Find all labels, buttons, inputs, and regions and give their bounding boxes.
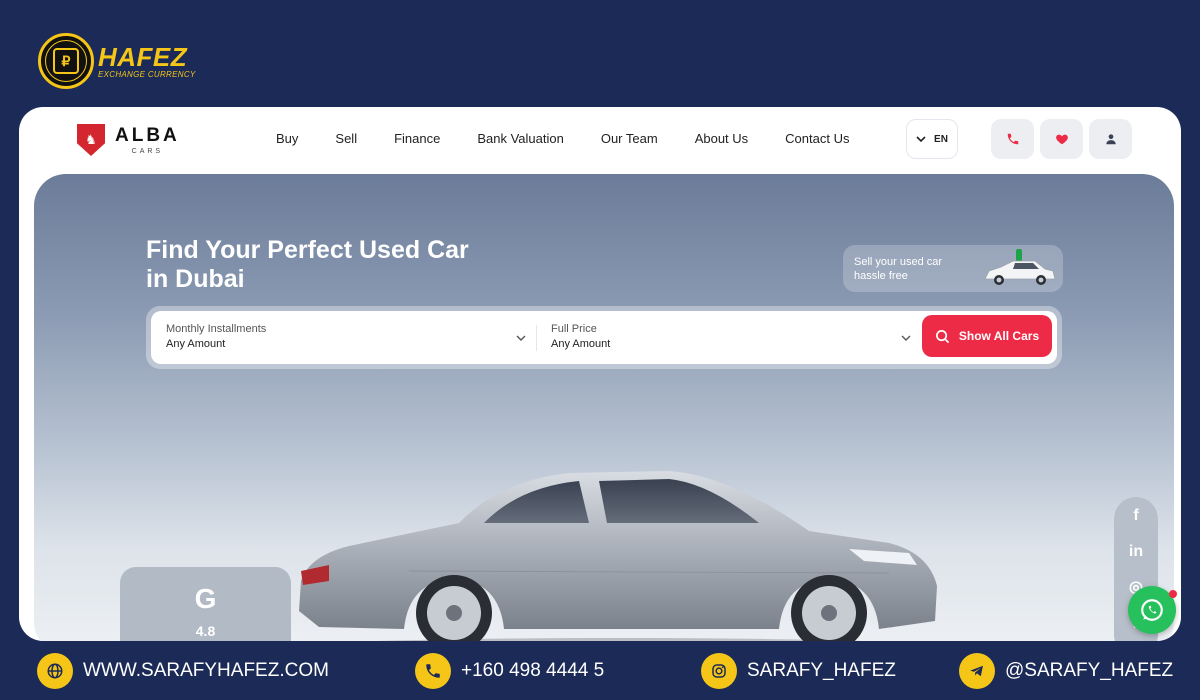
favorites-button[interactable] [1040, 119, 1083, 159]
hero-section: Find Your Perfect Used Car in Dubai Sell… [34, 174, 1174, 641]
hafez-logo: ₽ HAFEZ EXCHANGE CURRENCY [38, 33, 196, 89]
top-navigation: ♞ ALBA CARS Buy Sell Finance Bank Valuat… [19, 107, 1181, 173]
sell-card-text: Sell your used car hassle free [854, 255, 964, 283]
hafez-tagline: EXCHANGE CURRENCY [98, 69, 196, 79]
chevron-down-icon [901, 335, 911, 341]
monthly-installments-value: Any Amount [166, 338, 226, 350]
telegram-icon [959, 653, 995, 689]
heart-icon [1055, 134, 1068, 145]
language-selector[interactable]: EN [906, 119, 958, 159]
nav-bank-valuation[interactable]: Bank Valuation [477, 131, 564, 146]
full-price-label: Full Price [551, 323, 597, 335]
logo-name: ALBA [115, 125, 180, 146]
chevron-down-icon [516, 335, 526, 341]
sell-car-card[interactable]: Sell your used car hassle free [843, 245, 1063, 292]
website-item[interactable]: WWW.SARAFYHAFEZ.COM [37, 653, 329, 689]
google-icon: G [194, 583, 217, 614]
sell-car-image [984, 249, 1056, 285]
globe-icon [37, 653, 73, 689]
search-panel: Monthly Installments Any Amount Full Pri… [146, 306, 1062, 369]
notification-dot [1169, 590, 1177, 598]
whatsapp-icon [1141, 599, 1163, 621]
nav-contact-us[interactable]: Contact Us [785, 131, 849, 146]
search-divider [536, 325, 537, 351]
hero-title-line2: in Dubai [146, 265, 245, 293]
nav-our-team[interactable]: Our Team [601, 131, 658, 146]
show-all-cars-label: Show All Cars [958, 329, 1040, 343]
phone-item[interactable]: +160 498 4444 5 [415, 653, 604, 689]
telegram-text: @SARAFY_HAFEZ [1005, 660, 1174, 681]
call-button[interactable] [991, 119, 1034, 159]
contact-bar: WWW.SARAFYHAFEZ.COM +160 498 4444 5 SARA… [0, 641, 1200, 700]
full-price-value: Any Amount [551, 338, 611, 350]
nav-finance[interactable]: Finance [394, 131, 440, 146]
google-rating-card[interactable]: G 4.8 [120, 567, 291, 641]
phone-icon [1007, 133, 1018, 145]
crest-icon: ♞ [77, 124, 105, 156]
nav-buy[interactable]: Buy [276, 131, 298, 146]
linkedin-icon[interactable]: in [1129, 543, 1143, 561]
account-button[interactable] [1089, 119, 1132, 159]
logo-sub: CARS [131, 148, 164, 155]
language-label: EN [934, 133, 948, 145]
show-all-cars-button[interactable]: Show All Cars [922, 315, 1052, 357]
sell-card-line1: Sell your used car [854, 255, 943, 268]
website-frame: ♞ ALBA CARS Buy Sell Finance Bank Valuat… [19, 107, 1181, 641]
hero-title-line1: Find Your Perfect Used Car [146, 236, 469, 264]
telegram-item[interactable]: @SARAFY_HAFEZ [959, 653, 1173, 689]
hafez-name: HAFEZ [98, 41, 188, 72]
main-menu: Buy Sell Finance Bank Valuation Our Team… [276, 131, 849, 146]
search-icon [935, 329, 950, 343]
website-text: WWW.SARAFYHAFEZ.COM [83, 660, 329, 681]
monthly-installments-select[interactable]: Monthly Installments Any Amount [166, 311, 536, 364]
nav-about-us[interactable]: About Us [695, 131, 748, 146]
nav-sell[interactable]: Sell [335, 131, 357, 146]
sell-card-line2: hassle free [854, 269, 908, 282]
google-rating-score: 4.8 [195, 623, 216, 639]
instagram-item[interactable]: SARAFY_HAFEZ [701, 653, 896, 689]
alba-logo[interactable]: ♞ ALBA CARS [77, 124, 180, 156]
user-icon [1105, 134, 1116, 145]
hafez-seal-icon: ₽ [38, 33, 94, 89]
hero-title: Find Your Perfect Used Car in Dubai [146, 236, 526, 294]
facebook-icon[interactable]: f [1133, 507, 1138, 525]
phone-text: +160 498 4444 5 [461, 660, 605, 681]
monthly-installments-label: Monthly Installments [166, 323, 267, 335]
chevron-down-icon [916, 136, 926, 143]
instagram-icon [701, 653, 737, 689]
phone-icon [415, 653, 451, 689]
instagram-text: SARAFY_HAFEZ [747, 660, 896, 681]
full-price-select[interactable]: Full Price Any Amount [551, 311, 921, 364]
hero-car-image [299, 471, 937, 641]
